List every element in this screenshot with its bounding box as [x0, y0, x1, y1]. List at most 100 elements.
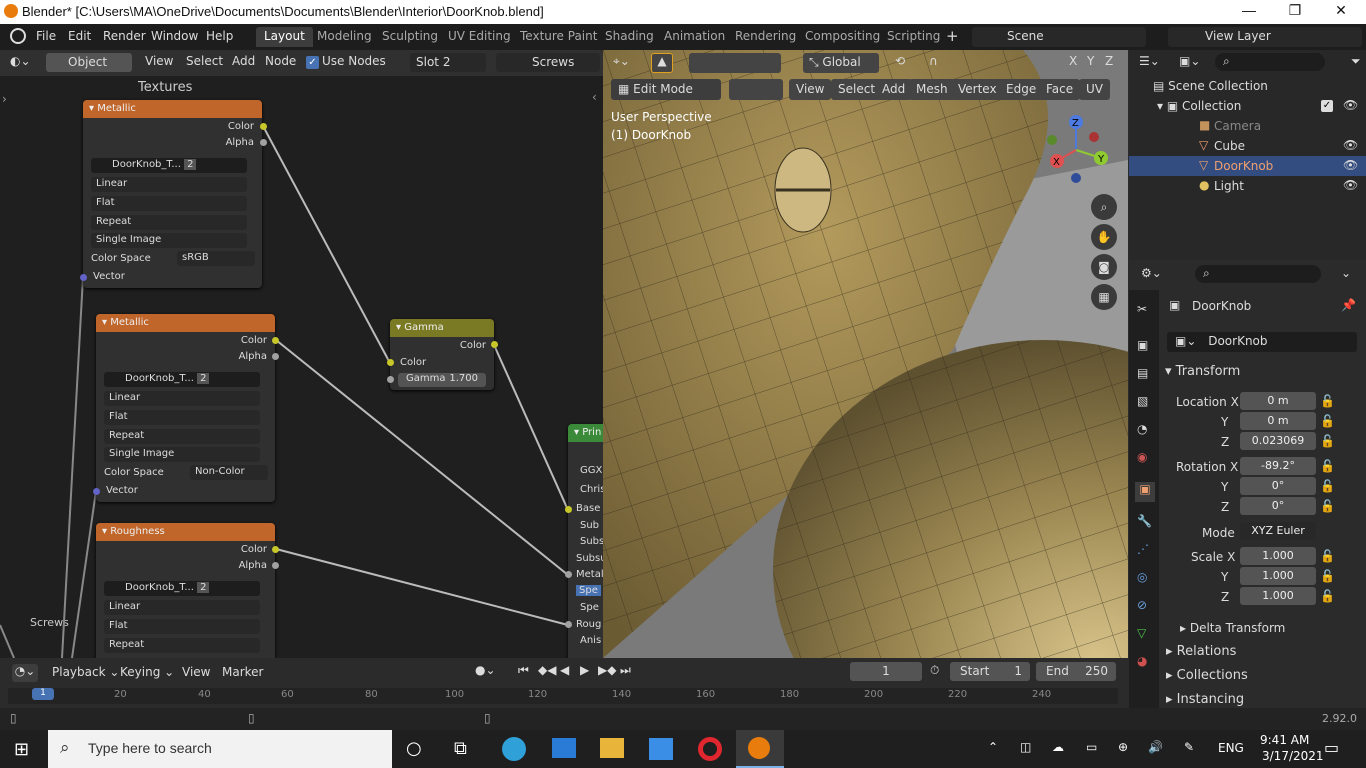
task-view-icon[interactable]: ⧉: [454, 738, 467, 759]
outliner-item-doorknob[interactable]: ▽ DoorKnob 👁: [1129, 156, 1366, 176]
color-space-dropdown[interactable]: Non-Color: [190, 465, 268, 480]
lock-icon[interactable]: 🔓: [1320, 414, 1335, 428]
outliner-item-cube[interactable]: ▽ Cube 👁: [1129, 136, 1366, 156]
image-texture-node-metallic-2[interactable]: ▾ Metallic Color Alpha DoorKnob_T... 2 L…: [96, 314, 275, 502]
viewport-menu-view[interactable]: View: [789, 79, 832, 100]
interpolation-dropdown[interactable]: Linear: [104, 391, 260, 406]
select-tool-icon[interactable]: ▲: [651, 53, 673, 73]
lock-icon[interactable]: 🔓: [1320, 569, 1335, 583]
maximize-button[interactable]: ❐: [1272, 2, 1318, 19]
timeline-marker-menu[interactable]: Marker: [222, 665, 263, 679]
lock-icon[interactable]: 🔓: [1320, 394, 1335, 408]
menu-help[interactable]: Help: [206, 29, 233, 43]
scale-x-field[interactable]: 1.000: [1240, 547, 1316, 565]
interpolation-dropdown[interactable]: Linear: [91, 177, 247, 192]
mirror-z-button[interactable]: Z: [1105, 54, 1113, 68]
rotation-x-field[interactable]: -89.2°: [1240, 457, 1316, 475]
menu-file[interactable]: File: [36, 29, 56, 43]
viewport-menu-edge[interactable]: Edge: [999, 79, 1044, 100]
tab-sculpting[interactable]: Sculpting: [374, 27, 446, 47]
socket-metallic-in[interactable]: [565, 571, 572, 578]
mail-icon[interactable]: [552, 738, 576, 758]
timeline-editor-icon[interactable]: ◔⌄: [12, 664, 38, 682]
tab-compositing[interactable]: Compositing: [797, 27, 888, 47]
principled-bsdf-node[interactable]: ▾ Prin GGX Chris Base Sub Subs Subsu Met…: [568, 424, 603, 658]
start-frame-field[interactable]: Start 1: [950, 662, 1030, 681]
viewport-menu-vertex[interactable]: Vertex: [951, 79, 1004, 100]
outliner-search[interactable]: ⌕: [1215, 53, 1325, 71]
keying-menu[interactable]: Keying ⌄: [120, 665, 174, 679]
shader-node-editor[interactable]: ◐⌄ Object View Select Add Node ✓ Use Nod…: [0, 50, 603, 658]
tab-layout[interactable]: Layout: [256, 27, 313, 47]
menu-render[interactable]: Render: [103, 29, 146, 43]
select-mode-buttons[interactable]: [689, 53, 781, 73]
lock-icon[interactable]: 🔓: [1320, 549, 1335, 563]
record-button[interactable]: ●⌄: [475, 663, 496, 677]
tab-animation[interactable]: Animation: [656, 27, 733, 47]
source-dropdown[interactable]: Single Image: [91, 233, 247, 248]
location-x-field[interactable]: 0 m: [1240, 392, 1316, 410]
preview-range-icon[interactable]: ⏱: [930, 663, 939, 678]
end-frame-field[interactable]: End 250: [1036, 662, 1116, 681]
image-texture-node-roughness[interactable]: ▾ Roughness Color Alpha DoorKnob_T... 2 …: [96, 523, 275, 658]
socket-roughness-in[interactable]: [565, 621, 572, 628]
cortana-icon[interactable]: ○: [406, 738, 422, 759]
pan-hand-icon[interactable]: ✋: [1091, 224, 1117, 250]
image-selector[interactable]: DoorKnob_T... 2: [104, 581, 260, 596]
tab-modeling[interactable]: Modeling: [309, 27, 380, 47]
socket-color-out[interactable]: [491, 341, 498, 348]
pin-icon[interactable]: 📌: [1341, 298, 1356, 312]
blender-taskbar-icon[interactable]: [736, 730, 784, 768]
visibility-eye-icon[interactable]: 👁: [1343, 178, 1358, 192]
scale-z-field[interactable]: 1.000: [1240, 587, 1316, 605]
delta-transform-panel[interactable]: ▸ Delta Transform: [1180, 621, 1285, 635]
view-layer-tab-icon[interactable]: ▧: [1137, 394, 1148, 408]
visibility-eye-icon[interactable]: 👁: [1343, 158, 1358, 172]
instancing-panel[interactable]: ▸ Instancing: [1166, 692, 1244, 707]
props-editor-type-icon[interactable]: ⚙⌄: [1141, 266, 1162, 280]
navigation-gizmo[interactable]: Z Y X: [1043, 112, 1113, 192]
collection-row[interactable]: ▾ ▣ Collection: [1157, 99, 1241, 113]
world-tab-icon[interactable]: ◉: [1137, 450, 1147, 464]
meet-now-icon[interactable]: ◫: [1020, 740, 1031, 754]
image-texture-node-metallic-1[interactable]: ▾ Metallic Color Alpha DoorKnob_T... 2 L…: [83, 100, 262, 288]
modifier-tab-icon[interactable]: 🔧: [1137, 514, 1152, 528]
output-tab-icon[interactable]: ▤: [1137, 366, 1148, 380]
file-explorer-icon[interactable]: [600, 738, 624, 758]
data-tab-icon[interactable]: ▽: [1137, 626, 1146, 640]
socket-color-out[interactable]: [272, 546, 279, 553]
node-header[interactable]: ▾ Gamma: [390, 319, 494, 337]
source-dropdown[interactable]: Single Image: [104, 447, 260, 462]
outliner-item-light[interactable]: ● Light 👁: [1129, 176, 1366, 196]
socket-base-color-in[interactable]: [565, 506, 572, 513]
outliner-type-icon[interactable]: ☰⌄: [1139, 54, 1160, 68]
clock-time[interactable]: 9:41 AM: [1260, 733, 1309, 747]
filter-icon[interactable]: ⏷: [1351, 54, 1361, 69]
store-icon[interactable]: [649, 738, 673, 760]
color-space-dropdown[interactable]: sRGB: [177, 251, 255, 266]
image-selector[interactable]: DoorKnob_T... 2: [104, 372, 260, 387]
camera-view-icon[interactable]: ◙: [1091, 254, 1117, 280]
socket-color-out[interactable]: [260, 123, 267, 130]
next-keyframe-button[interactable]: ▶◆: [598, 663, 616, 677]
blender-menu-icon[interactable]: [10, 28, 26, 44]
playback-menu[interactable]: Playback ⌄: [52, 665, 119, 679]
gamma-node[interactable]: ▾ Gamma Color Color Gamma 1.700: [390, 319, 494, 390]
play-button[interactable]: ▶: [580, 663, 589, 677]
zoom-icon[interactable]: ⌕: [1091, 194, 1117, 220]
timeline-ruler[interactable]: 1 20 40 60 80 100 120 140 160 180 200 22…: [8, 688, 1118, 704]
extension-dropdown[interactable]: Repeat: [104, 429, 260, 444]
windows-start-icon[interactable]: ⊞: [14, 739, 29, 760]
location-z-field[interactable]: 0.023069: [1240, 432, 1316, 450]
transform-orientation-dropdown[interactable]: ⤡ Global: [803, 53, 879, 73]
socket-alpha-out[interactable]: [260, 139, 267, 146]
onedrive-icon[interactable]: ☁: [1052, 740, 1064, 754]
jump-start-button[interactable]: ⏮: [518, 663, 529, 678]
image-selector[interactable]: DoorKnob_T... 2: [91, 158, 247, 173]
snap-icon[interactable]: ⟲: [895, 54, 905, 68]
constraints-tab-icon[interactable]: ⊘: [1137, 598, 1147, 612]
language-indicator[interactable]: ENG: [1218, 741, 1244, 755]
play-reverse-button[interactable]: ◀: [560, 663, 569, 677]
outliner-item-camera[interactable]: ■ Camera: [1129, 116, 1366, 136]
collection-checkbox[interactable]: ✓: [1321, 100, 1333, 112]
